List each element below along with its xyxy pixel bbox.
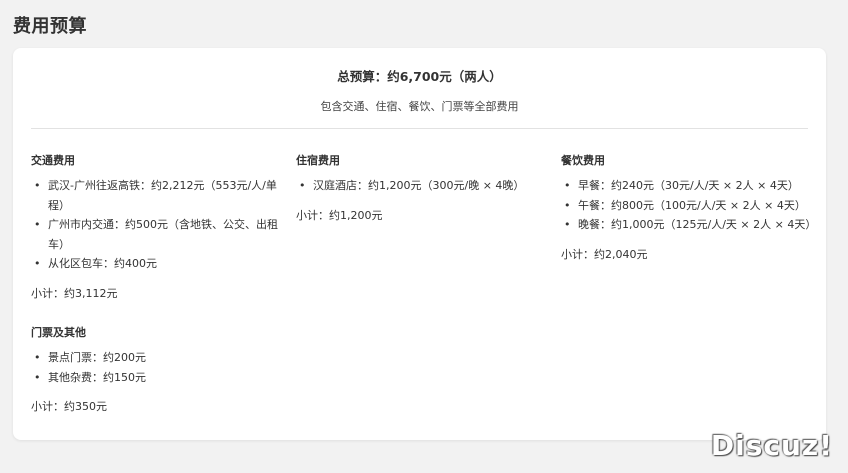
discuz-watermark: Discuz! [710,429,833,462]
section-tickets: 门票及其他 • 景点门票：约200元 • 其他杂费：约150元 小计：约350元 [31,323,281,417]
budget-subtitle: 包含交通、住宿、餐饮、门票等全部费用 [320,100,519,113]
subtotal: 小计：约2,040元 [561,247,648,261]
page: 费用预算 总预算：约6,700元（两人） 包含交通、住宿、餐饮、门票等全部费用 … [0,0,848,473]
section-transport: 交通费用 • 武汉-广州往返高铁：约2,212元（553元/人/单程） • 广州市内… [31,151,281,303]
bullet-icon: • [564,179,571,192]
item-text: 午餐：约800元（100元/人/天 × 2人 × 4天） [578,198,806,212]
bullet-icon: • [564,198,571,212]
section-food: 餐饮费用 • 早餐：约240元（30元/人/天 × 2人 × 4天） • 午餐：约8… [561,151,816,264]
item-text: 晚餐：约1,000元（125元/人/天 × 2人 × 4天） [578,218,817,231]
list-item: • 汉庭酒店：约1,200元（300元/晚 × 4晚） [296,176,546,196]
section-title: 餐饮费用 [561,154,605,167]
bullet-icon: • [34,351,41,364]
subtotal: 小计：约1,200元 [296,208,383,222]
item-text: 景点门票：约200元 [48,351,146,364]
subtotal: 小计：约3,112元 [31,286,118,300]
list-item: • 午餐：约800元（100元/人/天 × 2人 × 4天） [561,196,811,216]
bullet-icon: • [299,179,306,192]
item-text: 其他杂费：约150元 [48,370,146,384]
list-item: • 景点门票：约200元 [31,348,281,368]
item-text: 武汉-广州往返高铁：约2,212元（553元/人/单程） [48,179,277,212]
section-lodging: 住宿费用 • 汉庭酒店：约1,200元（300元/晚 × 4晚） 小计：约1,20… [296,151,546,225]
list-item: • 广州市内交通：约500元（含地铁、公交、出租车） [31,215,281,254]
item-list: • 汉庭酒店：约1,200元（300元/晚 × 4晚） [296,176,546,196]
divider [31,128,808,129]
item-text: 早餐：约240元（30元/人/天 × 2人 × 4天） [578,179,799,192]
bullet-icon: • [34,218,41,231]
list-item: • 武汉-广州往返高铁：约2,212元（553元/人/单程） [31,176,281,215]
page-title: 费用预算 [13,16,87,37]
item-list: • 早餐：约240元（30元/人/天 × 2人 × 4天） • 午餐：约800元（1… [561,176,816,235]
item-text: 从化区包车：约400元 [48,257,157,270]
list-item: • 晚餐：约1,000元（125元/人/天 × 2人 × 4天） [561,215,816,235]
section-title: 住宿费用 [296,154,340,167]
item-list: • 武汉-广州往返高铁：约2,212元（553元/人/单程） • 广州市内交通：约5… [31,176,281,274]
item-list: • 景点门票：约200元 • 其他杂费：约150元 [31,348,281,387]
bullet-icon: • [34,257,41,270]
bullet-icon: • [564,218,571,231]
section-title: 交通费用 [31,154,75,167]
list-item: • 其他杂费：约150元 [31,368,281,388]
budget-card: 总预算：约6,700元（两人） 包含交通、住宿、餐饮、门票等全部费用 交通费用 … [13,48,826,440]
total-budget: 总预算：约6,700元（两人） [337,69,502,84]
subtotal: 小计：约350元 [31,400,107,413]
list-item: • 从化区包车：约400元 [31,254,281,274]
list-item: • 早餐：约240元（30元/人/天 × 2人 × 4天） [561,176,811,196]
item-text: 汉庭酒店：约1,200元（300元/晚 × 4晚） [313,179,525,192]
item-text: 广州市内交通：约500元（含地铁、公交、出租车） [48,218,278,251]
section-title: 门票及其他 [31,326,86,339]
bullet-icon: • [34,370,41,384]
bullet-icon: • [34,179,41,192]
